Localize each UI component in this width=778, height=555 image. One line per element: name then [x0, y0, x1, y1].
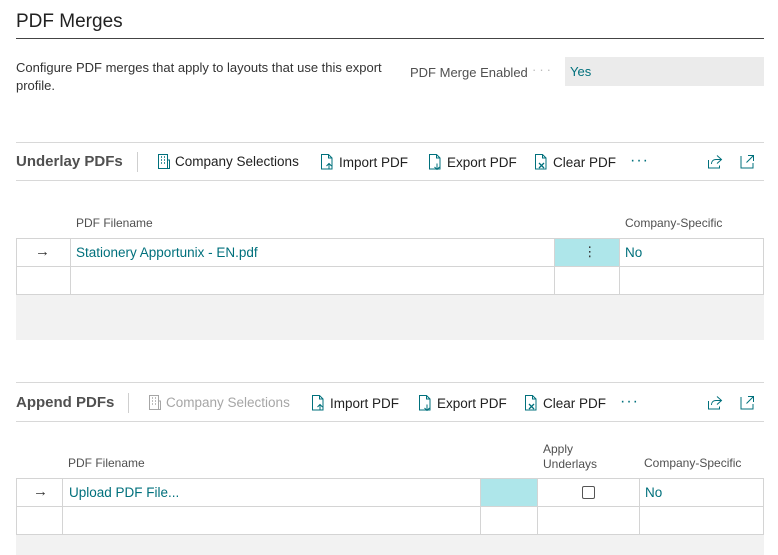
grid-line: [16, 506, 764, 507]
underlay-grid-filler: [16, 295, 764, 340]
row-menu-icon[interactable]: ⋮: [583, 244, 597, 260]
title-divider: [16, 38, 764, 39]
grid-line: [70, 238, 71, 295]
clear-pdf-label: Clear PDF: [543, 395, 607, 411]
page-title: PDF Merges: [16, 11, 123, 32]
underlay-row-filename[interactable]: Stationery Apportunix - EN.pdf: [76, 245, 258, 260]
append-row-company-specific[interactable]: No: [645, 485, 662, 500]
underlay-row-company-specific[interactable]: No: [625, 245, 642, 260]
import-document-icon: [321, 154, 333, 170]
share-icon: [708, 155, 723, 169]
grid-line: [62, 478, 63, 535]
export-pdf-label: Export PDF: [437, 395, 507, 411]
company-selections-label: Company Selections: [166, 395, 290, 410]
append-col-filename[interactable]: PDF Filename: [68, 456, 145, 471]
underlay-share-button[interactable]: [707, 154, 723, 169]
underlay-col-filename[interactable]: PDF Filename: [76, 216, 153, 231]
toolbar-separator: [128, 393, 129, 413]
append-import-pdf-button[interactable]: Import PDF: [311, 395, 399, 411]
grid-line: [763, 478, 764, 535]
import-pdf-label: Import PDF: [339, 154, 409, 170]
underlay-col-company-specific[interactable]: Company-Specific: [625, 216, 722, 231]
import-document-icon: [312, 395, 324, 411]
apply-underlays-checkbox[interactable]: [582, 486, 595, 499]
pdf-merge-enabled-field[interactable]: Yes: [565, 57, 764, 86]
append-more-actions-button[interactable]: ···: [620, 393, 639, 411]
toolbar-separator: [137, 152, 138, 172]
underlay-expand-button[interactable]: [740, 154, 755, 169]
share-icon: [708, 396, 723, 410]
underlay-import-pdf-button[interactable]: Import PDF: [320, 154, 408, 170]
clear-document-icon: [535, 154, 547, 170]
export-document-icon: [419, 395, 431, 411]
grid-line: [16, 478, 17, 535]
apply-underlays-line-2: Underlays: [543, 457, 598, 471]
grid-line: [16, 478, 764, 479]
export-document-icon: [429, 154, 441, 170]
underlay-toolbar-divider: [16, 180, 764, 181]
clear-pdf-label: Clear PDF: [553, 154, 617, 170]
append-export-pdf-button[interactable]: Export PDF: [418, 395, 507, 411]
grid-line: [16, 238, 17, 295]
append-toolbar-divider: [16, 421, 764, 422]
pdf-merge-enabled-label: PDF Merge Enabled: [410, 65, 528, 80]
building-icon: [158, 154, 170, 169]
append-company-selections-button[interactable]: Company Selections: [148, 395, 290, 410]
grid-line: [16, 238, 764, 239]
expand-icon: [740, 155, 754, 169]
append-part-title[interactable]: Append PDFs: [16, 394, 114, 411]
grid-line: [763, 238, 764, 295]
underlay-part-title[interactable]: Underlay PDFs: [16, 153, 123, 170]
building-icon: [149, 395, 161, 410]
append-top-divider: [16, 382, 764, 383]
grid-line: [537, 478, 538, 535]
export-pdf-label: Export PDF: [447, 154, 517, 170]
append-col-company-specific[interactable]: Company-Specific: [644, 456, 741, 471]
underlay-top-divider: [16, 142, 764, 143]
append-expand-button[interactable]: [740, 395, 755, 410]
underlay-clear-pdf-button[interactable]: Clear PDF: [534, 154, 616, 170]
clear-document-icon: [525, 395, 537, 411]
append-share-button[interactable]: [707, 395, 723, 410]
arrow-right-icon: →: [35, 243, 50, 260]
import-pdf-label: Import PDF: [330, 395, 400, 411]
apply-underlays-line-1: Apply: [543, 442, 574, 456]
field-leader-dots: ···: [532, 62, 554, 77]
expand-icon: [740, 396, 754, 410]
append-row-filename[interactable]: Upload PDF File...: [69, 485, 179, 500]
append-grid-filler: [16, 535, 764, 555]
page-description: Configure PDF merges that apply to layou…: [16, 60, 382, 93]
append-row-menu-cell[interactable]: [481, 479, 537, 506]
append-col-apply-underlays[interactable]: Apply Underlays: [543, 442, 597, 472]
underlay-more-actions-button[interactable]: ···: [630, 152, 649, 170]
company-selections-label: Company Selections: [175, 154, 299, 169]
grid-line: [16, 266, 764, 267]
underlay-company-selections-button[interactable]: Company Selections: [157, 154, 299, 169]
grid-line: [619, 238, 620, 295]
append-clear-pdf-button[interactable]: Clear PDF: [524, 395, 606, 411]
arrow-right-icon: →: [33, 483, 48, 500]
grid-line: [639, 478, 640, 535]
underlay-export-pdf-button[interactable]: Export PDF: [428, 154, 517, 170]
